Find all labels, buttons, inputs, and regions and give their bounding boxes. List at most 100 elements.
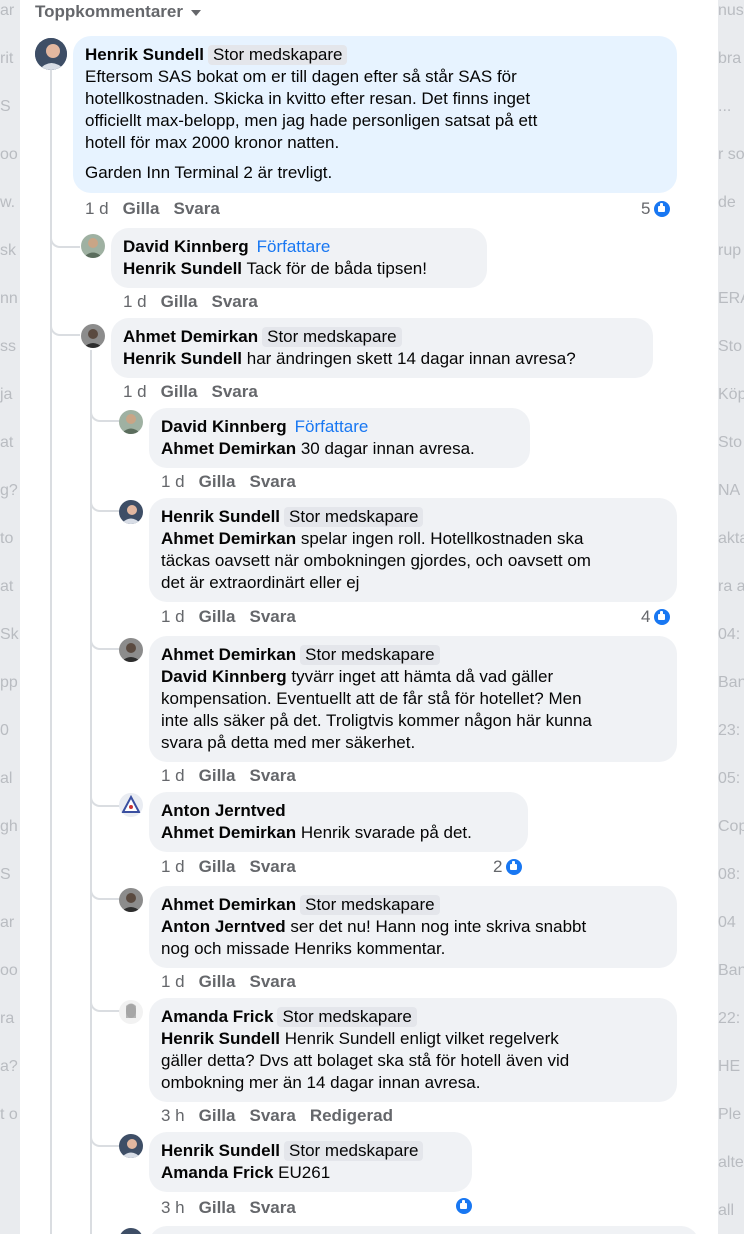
- mention-link[interactable]: Henrik Sundell: [123, 349, 242, 368]
- avatar[interactable]: [81, 324, 105, 348]
- avatar[interactable]: [81, 234, 105, 258]
- mention-link[interactable]: Ahmet Demirkan: [161, 529, 296, 548]
- background-text: 04:: [718, 626, 741, 643]
- like-button[interactable]: Gilla: [199, 857, 236, 876]
- like-button[interactable]: Gilla: [161, 382, 198, 401]
- thread-connector: [90, 633, 120, 650]
- reply-button[interactable]: Svara: [250, 766, 296, 785]
- author-name[interactable]: Henrik Sundell: [161, 507, 280, 526]
- comment-line: kompensation. Eventuellt att de får stå …: [161, 689, 582, 708]
- background-text: all: [718, 1202, 735, 1219]
- like-button[interactable]: Gilla: [199, 972, 236, 991]
- reaction-count[interactable]: [452, 1196, 474, 1216]
- reply-button[interactable]: Svara: [250, 472, 296, 491]
- author-name[interactable]: Henrik Sundell: [85, 45, 204, 64]
- reply-button[interactable]: Svara: [174, 199, 220, 218]
- author-name[interactable]: Ahmet Demirkan: [123, 327, 258, 346]
- comment-line: Henrik Sundell enligt vilket regelverk: [284, 1029, 559, 1048]
- timestamp[interactable]: 3 h: [161, 1106, 185, 1125]
- comment-line: ombokning mer än 14 dagar innan avresa.: [161, 1073, 481, 1092]
- status-badge: Stor medskapare: [277, 1007, 417, 1027]
- timestamp[interactable]: 3 h: [161, 1198, 185, 1217]
- reaction-count[interactable]: 4: [641, 607, 673, 627]
- sort-dropdown[interactable]: Toppkommentarer: [35, 2, 201, 22]
- author-name[interactable]: Ahmet Demirkan: [161, 895, 296, 914]
- background-text: Ban: [718, 674, 744, 691]
- avatar[interactable]: [119, 793, 143, 817]
- reply-button[interactable]: Svara: [250, 607, 296, 626]
- reaction-count[interactable]: 5: [641, 199, 673, 219]
- comment-line: svara på detta med mer säkerhet.: [161, 733, 416, 752]
- reply-button[interactable]: Svara: [250, 857, 296, 876]
- author-name[interactable]: Anton Jerntved: [161, 801, 286, 820]
- like-button[interactable]: Gilla: [199, 1198, 236, 1217]
- thread-connector: [90, 995, 120, 1012]
- author-name[interactable]: David Kinnberg: [161, 417, 287, 436]
- author-name[interactable]: Amanda Frick: [161, 1007, 273, 1026]
- background-text: oo: [0, 962, 18, 979]
- comment-line: det är extraordinärt eller ej: [161, 573, 360, 592]
- comment-bubble: Ahmet Demirkan Stor medskapare Henrik Sun…: [111, 318, 653, 378]
- like-button[interactable]: Gilla: [123, 199, 160, 218]
- avatar[interactable]: [119, 410, 143, 434]
- avatar[interactable]: [35, 38, 67, 70]
- comment-bubble: David Kinnberg Författare Ahmet Demirkan …: [149, 408, 530, 468]
- comment-actions: 1 d Gilla Svara: [161, 972, 310, 992]
- comment-actions: 3 h Gilla Svara: [161, 1198, 310, 1218]
- mention-link[interactable]: Henrik Sundell: [161, 1029, 280, 1048]
- mention-link[interactable]: David Kinnberg: [161, 667, 287, 686]
- like-button[interactable]: Gilla: [199, 607, 236, 626]
- timestamp[interactable]: 1 d: [161, 857, 185, 876]
- reply-button[interactable]: Svara: [212, 292, 258, 311]
- comment-actions: 1 d Gilla Svara: [161, 472, 310, 492]
- comment-actions: 1 d Gilla Svara: [161, 857, 310, 877]
- thread-connector: [90, 790, 120, 807]
- edited-label[interactable]: Redigerad: [310, 1106, 393, 1125]
- mention-link[interactable]: Ahmet Demirkan: [161, 823, 296, 842]
- avatar[interactable]: [119, 500, 143, 524]
- avatar[interactable]: [119, 638, 143, 662]
- timestamp[interactable]: 1 d: [123, 292, 147, 311]
- timestamp[interactable]: 1 d: [123, 382, 147, 401]
- background-text: S: [0, 866, 11, 883]
- reaction-count[interactable]: 2: [493, 857, 525, 877]
- avatar[interactable]: [119, 1000, 143, 1024]
- person-photo-icon: [35, 38, 67, 70]
- comment-line: hotell för max 2000 kronor natten.: [85, 133, 340, 152]
- background-text: akta: [718, 530, 744, 547]
- author-name[interactable]: Henrik Sundell: [161, 1141, 280, 1160]
- reply-button[interactable]: Svara: [212, 382, 258, 401]
- author-name[interactable]: David Kinnberg: [123, 237, 249, 256]
- timestamp[interactable]: 1 d: [161, 766, 185, 785]
- like-button[interactable]: Gilla: [199, 766, 236, 785]
- timestamp[interactable]: 1 d: [161, 607, 185, 626]
- background-text: to: [0, 530, 14, 547]
- timestamp[interactable]: 1 d: [161, 972, 185, 991]
- comment-line: gäller detta? Dvs att bolaget ska stå fö…: [161, 1051, 570, 1070]
- comment-line: 30 dagar innan avresa.: [300, 439, 475, 458]
- avatar[interactable]: [119, 1228, 143, 1234]
- comment-bubble: Henrik Sundell Stor medskapare Ahmet Demi…: [149, 498, 677, 602]
- reply-button[interactable]: Svara: [250, 972, 296, 991]
- like-button[interactable]: Gilla: [199, 1106, 236, 1125]
- author-name[interactable]: Ahmet Demirkan: [161, 645, 296, 664]
- mention-link[interactable]: Henrik Sundell: [123, 259, 242, 278]
- mention-link[interactable]: Anton Jerntved: [161, 917, 286, 936]
- reply-button[interactable]: Svara: [250, 1198, 296, 1217]
- background-text: at: [0, 578, 14, 595]
- comment-line: inte alls säker på det. Troligtvis komme…: [161, 711, 592, 730]
- timestamp[interactable]: 1 d: [161, 472, 185, 491]
- background-text: Ban: [718, 962, 744, 979]
- timestamp[interactable]: 1 d: [85, 199, 109, 218]
- avatar[interactable]: [119, 888, 143, 912]
- mention-link[interactable]: Ahmet Demirkan: [161, 439, 296, 458]
- comment-line: har ändringen skett 14 dagar innan avres…: [246, 349, 576, 368]
- like-button[interactable]: Gilla: [161, 292, 198, 311]
- reply-button[interactable]: Svara: [250, 1106, 296, 1125]
- comment-bubble: Ahmet Demirkan Stor medskapare Anton Jern…: [149, 886, 677, 968]
- mention-link[interactable]: Amanda Frick: [161, 1163, 273, 1182]
- like-button[interactable]: Gilla: [199, 472, 236, 491]
- avatar[interactable]: [119, 1134, 143, 1158]
- person-photo-icon: [119, 500, 143, 524]
- like-icon: [652, 199, 673, 219]
